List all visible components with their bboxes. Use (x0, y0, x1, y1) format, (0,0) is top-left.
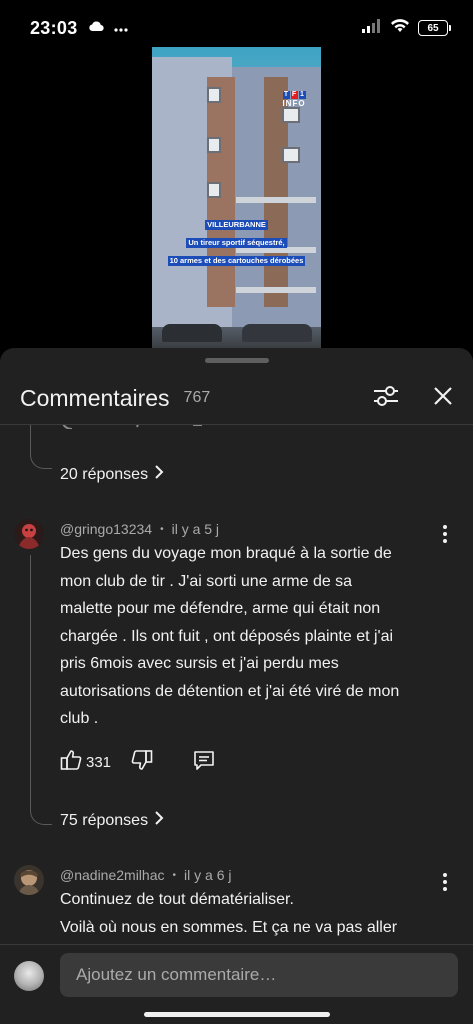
comment-line: autorisations de détention et j'ai été v… (60, 682, 400, 700)
more-vert-icon[interactable] (441, 873, 449, 891)
thumbs-down-icon[interactable] (131, 749, 153, 776)
prev-actions-row (60, 425, 210, 429)
home-indicator[interactable] (143, 1012, 330, 1017)
comments-count: 767 (183, 389, 211, 406)
replies-button-2[interactable]: 75 réponses (60, 811, 164, 830)
comment-actions: 331 (60, 749, 215, 776)
comments-list: 20 réponses @gringo13234 • il y a 5 j De… (0, 425, 473, 943)
comment-line: malette pour me défendre, arme qui était… (60, 600, 381, 617)
video-caption: VILLEURBANNE Un tireur sportif séquestré… (152, 214, 321, 268)
avatar[interactable] (14, 519, 44, 549)
comments-title: Commentaires (20, 384, 170, 411)
comment-author[interactable]: @nadine2milhac (60, 867, 165, 883)
replies-label: 20 réponses (60, 465, 149, 483)
comment-text: Continuez de tout dématérialiser. Voilà … (60, 886, 440, 941)
signal-icon (362, 18, 382, 38)
battery-icon: 65 (418, 20, 451, 36)
avatar (14, 961, 44, 991)
battery-level: 65 (418, 20, 448, 36)
comment-time: il y a 6 j (184, 867, 232, 883)
channel-logo: TF1 INFO (281, 91, 307, 108)
avatar[interactable] (14, 865, 44, 895)
caption-line-1: VILLEURBANNE (205, 220, 268, 230)
comment-line: chargée . Ils ont fuit , ont déposés pla… (60, 627, 394, 645)
cloud-icon (88, 19, 104, 37)
chevron-right-icon (154, 465, 164, 484)
video-player[interactable]: TF1 INFO VILLEURBANNE Un tireur sportif … (152, 47, 321, 348)
comment-line: Voilà où nous en sommes. Et ça ne va pas… (60, 918, 398, 936)
filter-sliders-icon[interactable] (373, 385, 399, 412)
comment-line: Des gens du voyage mon braqué à la sorti… (60, 545, 392, 562)
comment-text: Des gens du voyage mon braqué à la sorti… (60, 540, 440, 733)
close-icon[interactable] (433, 386, 453, 411)
thumbs-up-icon[interactable] (60, 749, 82, 776)
replies-label: 75 réponses (60, 811, 149, 829)
comment-line: pris 6mois avec sursis et j'ai perdu mes (60, 655, 339, 672)
drag-handle[interactable] (204, 358, 269, 363)
comment-author[interactable]: @gringo13234 (60, 521, 152, 537)
replies-button-1[interactable]: 20 réponses (60, 465, 164, 484)
sheet-header: Commentaires 767 (0, 372, 473, 424)
caption-line-3: 10 armes et des cartouches dérobées (167, 256, 306, 266)
caption-line-2: Un tireur sportif séquestré, (186, 238, 287, 248)
more-vert-icon[interactable] (441, 525, 449, 543)
channel-logo-top: TF1 (282, 91, 306, 99)
status-time: 23:03 (30, 17, 78, 38)
reply-comment-icon[interactable] (193, 749, 215, 776)
comment-line: Continuez de tout dématérialiser. (60, 891, 294, 908)
comment-input[interactable] (60, 953, 458, 997)
wifi-icon (390, 18, 410, 38)
like-count: 331 (86, 754, 112, 771)
comments-sheet: Commentaires 767 20 réponses @gringo1323… (0, 348, 473, 1024)
comment-time: il y a 5 j (171, 521, 220, 537)
comment-line: mon club de tir . J'ai sorti une arme de… (60, 572, 353, 590)
comment-input-bar (0, 944, 473, 1024)
more-dots-icon (113, 19, 128, 37)
comment-line: club . (60, 710, 99, 727)
channel-logo-bottom: INFO (282, 99, 306, 108)
chevron-right-icon (154, 811, 164, 830)
